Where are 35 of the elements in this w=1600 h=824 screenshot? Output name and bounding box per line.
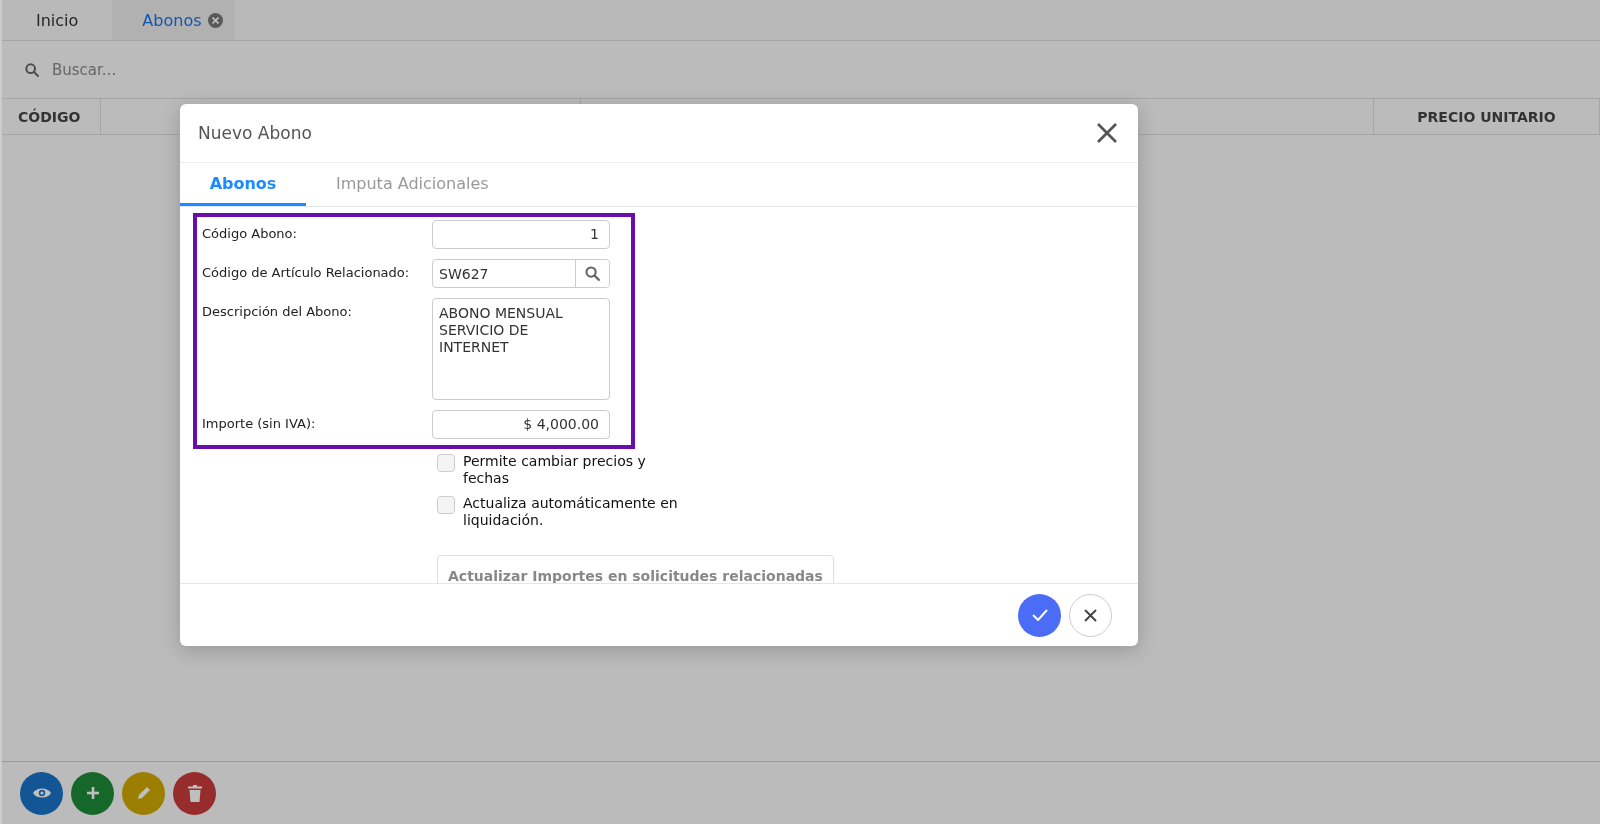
dialog-title: Nuevo Abono bbox=[198, 123, 312, 143]
checkbox-label: Actualiza automáticamente en liquidación. bbox=[463, 495, 679, 529]
field-label: Código Abono: bbox=[202, 225, 298, 243]
input-field[interactable]: SW627 bbox=[432, 259, 610, 288]
page-tab[interactable]: Inicio bbox=[2, 0, 113, 40]
edit-button[interactable] bbox=[122, 771, 165, 815]
field-label: Descripción del Abono: bbox=[202, 303, 353, 321]
close-button[interactable] bbox=[1096, 122, 1118, 144]
input-field[interactable]: $ 4,000.00 bbox=[432, 410, 610, 439]
eye-icon bbox=[31, 786, 52, 800]
plus-icon bbox=[85, 786, 100, 800]
search-icon bbox=[584, 265, 601, 282]
search-button[interactable] bbox=[575, 260, 609, 287]
search-field[interactable]: Buscar... bbox=[50, 59, 454, 80]
close-icon[interactable] bbox=[207, 12, 223, 28]
field-label: Importe (sin IVA): bbox=[202, 415, 317, 433]
search-icon bbox=[24, 61, 40, 78]
input-field[interactable]: 1 bbox=[432, 220, 610, 249]
delete-button[interactable] bbox=[173, 771, 216, 815]
check-icon bbox=[1031, 609, 1048, 621]
column-header: PRECIO UNITARIO bbox=[1374, 99, 1600, 134]
trash-icon bbox=[187, 784, 202, 802]
checkbox[interactable] bbox=[437, 454, 455, 472]
update-button[interactable]: Actualizar Importes en solicitudes relacionadas bbox=[437, 555, 834, 583]
add-button[interactable] bbox=[71, 771, 114, 815]
cancel-button[interactable] bbox=[1069, 593, 1112, 637]
text-area[interactable]: ABONO MENSUAL SERVICIO DE INTERNET bbox=[432, 298, 610, 400]
checkbox-label: Permite cambiar precios y fechas bbox=[463, 453, 647, 487]
view-button[interactable] bbox=[20, 771, 63, 815]
field-label: Código de Artículo Relacionado: bbox=[202, 264, 411, 282]
close-icon bbox=[1084, 608, 1097, 622]
pencil-icon bbox=[135, 785, 152, 801]
confirm-button[interactable] bbox=[1018, 593, 1061, 637]
column-header: CÓDIGO bbox=[2, 99, 101, 134]
checkbox[interactable] bbox=[437, 496, 455, 514]
